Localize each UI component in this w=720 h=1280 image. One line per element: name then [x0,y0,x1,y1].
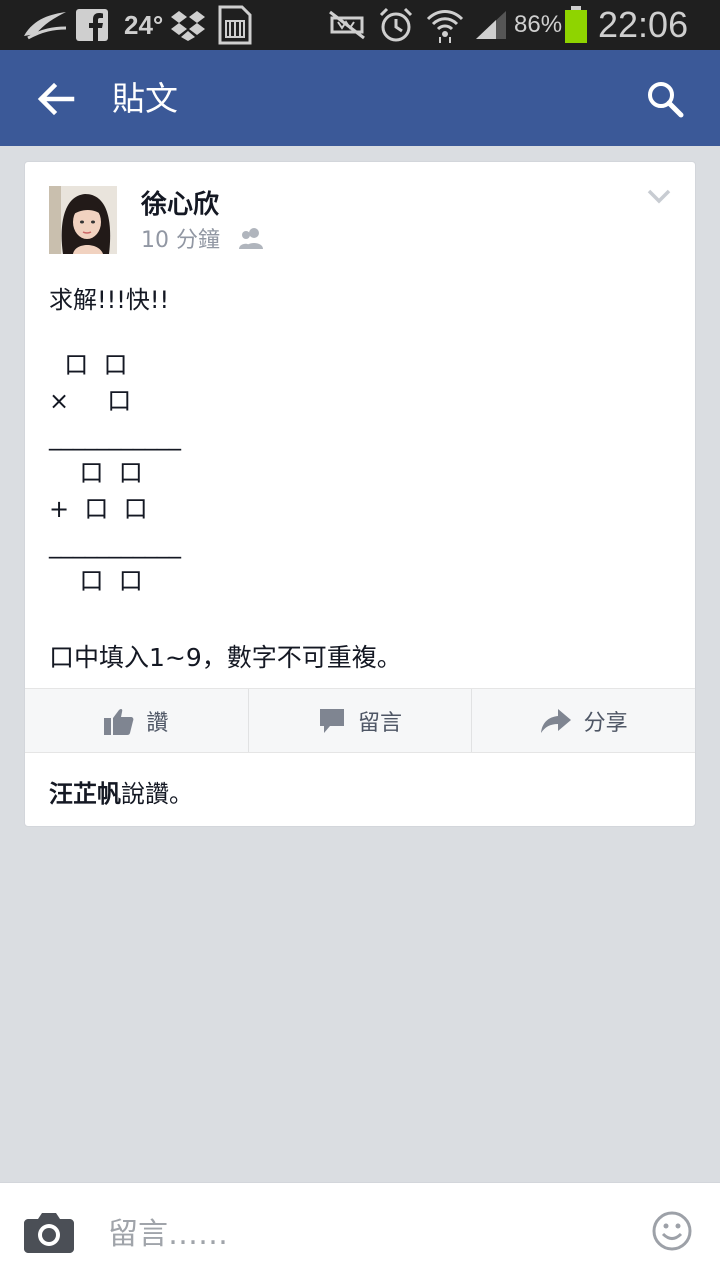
swoosh-icon [22,0,68,50]
puzzle-block: 口 口 × 口 ___________ 口 口 + 口 口 __________… [49,350,449,600]
puzzle-line: 口 口 [49,567,143,595]
comment-composer: 留言…… [0,1182,720,1280]
action-bar: 讚 留言 分享 [25,688,695,753]
post-card: 徐心欣 10 分鐘 求解!!!快!! 口 口 × 口 ___________ 口… [24,161,696,827]
share-arrow-icon [540,708,571,733]
app-bar: 貼文 [0,50,720,146]
comment-label: 留言 [358,710,403,736]
share-button[interactable]: 分享 [472,689,695,752]
puzzle-rule: 口中填入1~9，數字不可重複。 [49,643,402,672]
camera-icon[interactable] [24,1209,74,1253]
emoji-smiley-icon[interactable] [652,1211,692,1251]
comment-input[interactable]: 留言…… [108,1209,228,1253]
post-meta: 10 分鐘 [141,222,264,254]
battery-icon [564,0,588,50]
author-name[interactable]: 徐心欣 [141,184,219,221]
temperature: 24° [124,9,164,40]
share-label: 分享 [583,710,628,736]
like-button[interactable]: 讚 [25,689,249,752]
likes-summary[interactable]: 汪芷帆說讚。 [49,774,193,809]
friends-audience-icon [239,228,263,249]
chevron-down-icon[interactable] [647,188,671,204]
status-bar: 24° 86% 22:06 [0,0,720,50]
dropbox-icon [170,0,206,50]
battery-percent: 86% [514,11,563,38]
page-title: 貼文 [112,79,178,118]
sim-card-icon [218,0,252,50]
post-text: 求解!!!快!! [49,286,170,314]
puzzle-line: + 口 口 [49,495,148,523]
alarm-icon [378,0,414,50]
avatar[interactable] [49,186,117,254]
puzzle-line: ___________ [49,423,181,451]
wifi-icon [426,0,464,50]
post-time[interactable]: 10 分鐘 [141,222,220,254]
search-icon[interactable] [640,74,690,124]
puzzle-line: 口 口 [49,459,143,487]
clock: 22:06 [598,4,689,45]
puzzle-line: ___________ [49,531,181,559]
liker-name[interactable]: 汪芷帆 [49,780,121,808]
comment-button[interactable]: 留言 [249,689,473,752]
mute-icon [328,0,366,50]
thumbs-up-icon [104,708,134,735]
likes-suffix: 說讚。 [121,780,193,808]
back-arrow-icon[interactable] [30,74,80,124]
puzzle-line: 口 口 [49,351,128,379]
comment-bubble-icon [320,708,344,733]
signal-icon [474,0,508,50]
facebook-icon [76,0,108,50]
like-label: 讚 [146,710,169,736]
puzzle-line: × 口 [49,387,132,415]
